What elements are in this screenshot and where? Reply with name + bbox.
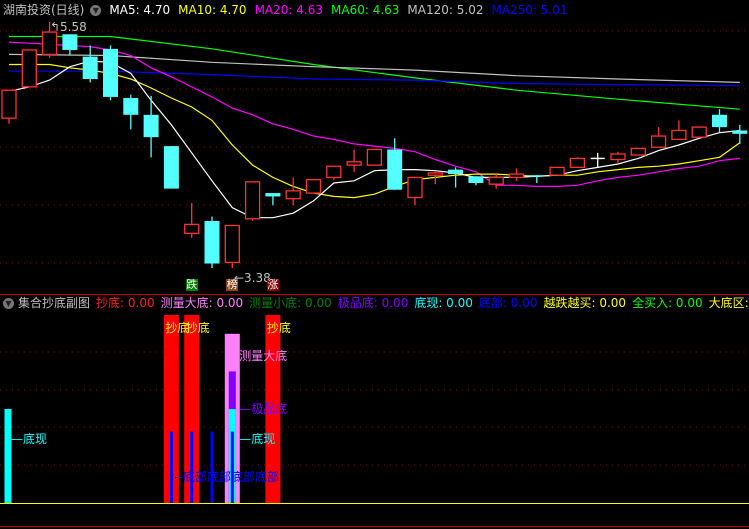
ma120-line [8, 53, 740, 83]
indicator-legend-item: 越跌越买: 0.00 [543, 296, 627, 310]
ma-legend-item: MA10: 4.70 [178, 3, 247, 17]
indicator-legend-item: 抄底: 0.00 [96, 296, 155, 310]
indicator-legend-item: 大底区: 0.00 [708, 296, 749, 310]
high-price-label: ↰5.58 [50, 20, 87, 34]
candle-body-down [712, 114, 727, 128]
signal-label: —底现 [239, 432, 276, 447]
ma250-line [9, 70, 740, 87]
signal-label: 测量大底 [239, 349, 288, 364]
low-price-label: ←3.38 [234, 271, 271, 285]
candle-body-up [508, 173, 525, 179]
candle-body-up [285, 190, 301, 200]
candle-body-up [21, 49, 37, 88]
marker-tag: 榜 [226, 278, 239, 291]
candle-body-up [1, 89, 17, 119]
ma-legend-item: MA250: 5.01 [491, 3, 568, 17]
indicator-legend-item: 极品底: 0.00 [337, 296, 409, 310]
ma60-line [9, 35, 740, 110]
ma-legend-item: MA20: 4.63 [254, 3, 323, 17]
signal-bar-底现 [4, 409, 12, 503]
candle-body-up [224, 224, 240, 264]
candle-body-up [569, 157, 586, 169]
sub-chart-header: ▼ 集合抄底副图 抄底: 0.00 测量大底: 0.00 测量小底: 0.00 极品底: … [3, 296, 749, 310]
candle-body-up [671, 129, 687, 141]
signal-bar-底部 [210, 431, 214, 503]
marker-tag: 跌 [185, 278, 198, 291]
candle-body-down [62, 34, 78, 50]
candle-body-up [650, 135, 667, 148]
candle-body-down [103, 48, 118, 97]
candle-body-up [407, 176, 423, 199]
candle-body-up [691, 126, 707, 138]
candle-body-up [326, 165, 342, 179]
signal-label: —极品底 [239, 402, 288, 416]
candle-body-down [123, 98, 139, 115]
marker-tag: 涨 [266, 278, 279, 291]
indicator-legend-item: 测量小底: 0.00 [249, 296, 332, 310]
indicator-legend-item: 底现: 0.00 [414, 296, 473, 310]
candle-body-down [143, 114, 159, 138]
candle-body-up [346, 161, 362, 166]
ma-legend: MA5: 4.70 MA10: 4.70 MA20: 4.63 MA60: 4.63 M… [109, 3, 575, 17]
chevron-down-icon[interactable]: ▼ [90, 5, 102, 16]
signal-bar-底部 [169, 431, 173, 503]
candle-body-up [305, 179, 322, 194]
indicator-legend: 抄底: 0.00 测量大底: 0.00 测量小底: 0.00 极品底: 0.00 底现:… [96, 296, 749, 310]
candle-body-down [732, 130, 748, 134]
indicator-legend-item: 全买入: 0.00 [632, 296, 703, 310]
chart-canvas[interactable] [0, 0, 749, 529]
candle-body-up [630, 147, 646, 156]
candle-body-down [204, 221, 220, 264]
signal-label: 抄底 [185, 321, 210, 336]
signal-bar-底部 [190, 431, 194, 503]
signal-bar-底部 [230, 431, 234, 503]
candle-body-up [549, 166, 565, 176]
main-chart-header: 湖南投资(日线) ▼ MA5: 4.70 MA10: 4.70 MA20: 4.63 MA… [3, 3, 584, 17]
candle-body-up [610, 153, 626, 161]
signal-label: --底部底部底部底部 [174, 469, 280, 484]
signal-label: 抄底 [266, 321, 291, 336]
candle-body-down [448, 169, 464, 175]
candle-body-down [468, 176, 484, 184]
stock-title: 湖南投资(日线) [3, 3, 85, 17]
ma-legend-item: MA5: 4.70 [109, 3, 171, 17]
candle-body-up [244, 181, 261, 220]
candle-body-up [184, 223, 200, 234]
candle-body-up [41, 31, 58, 56]
indicator-legend-item: 测量大底: 0.00 [160, 296, 244, 310]
candle-body-down [387, 149, 403, 190]
candle-body-down [529, 175, 545, 177]
indicator-legend-item: 底部: 0.00 [478, 296, 538, 310]
ma-legend-item: MA60: 4.63 [331, 3, 400, 17]
candle-body-up [488, 176, 504, 185]
candle-body-down [265, 193, 281, 197]
chevron-down-icon[interactable]: ▼ [3, 298, 14, 309]
signal-label: —底现 [11, 432, 48, 447]
indicator-title: 集合抄底副图 [18, 296, 91, 310]
ma-legend-item: MA120: 5.02 [407, 3, 484, 17]
candle-body-up [366, 148, 383, 166]
candle-body-up [427, 172, 443, 176]
candle-body-down [82, 56, 98, 80]
candle-body-down [163, 146, 179, 189]
